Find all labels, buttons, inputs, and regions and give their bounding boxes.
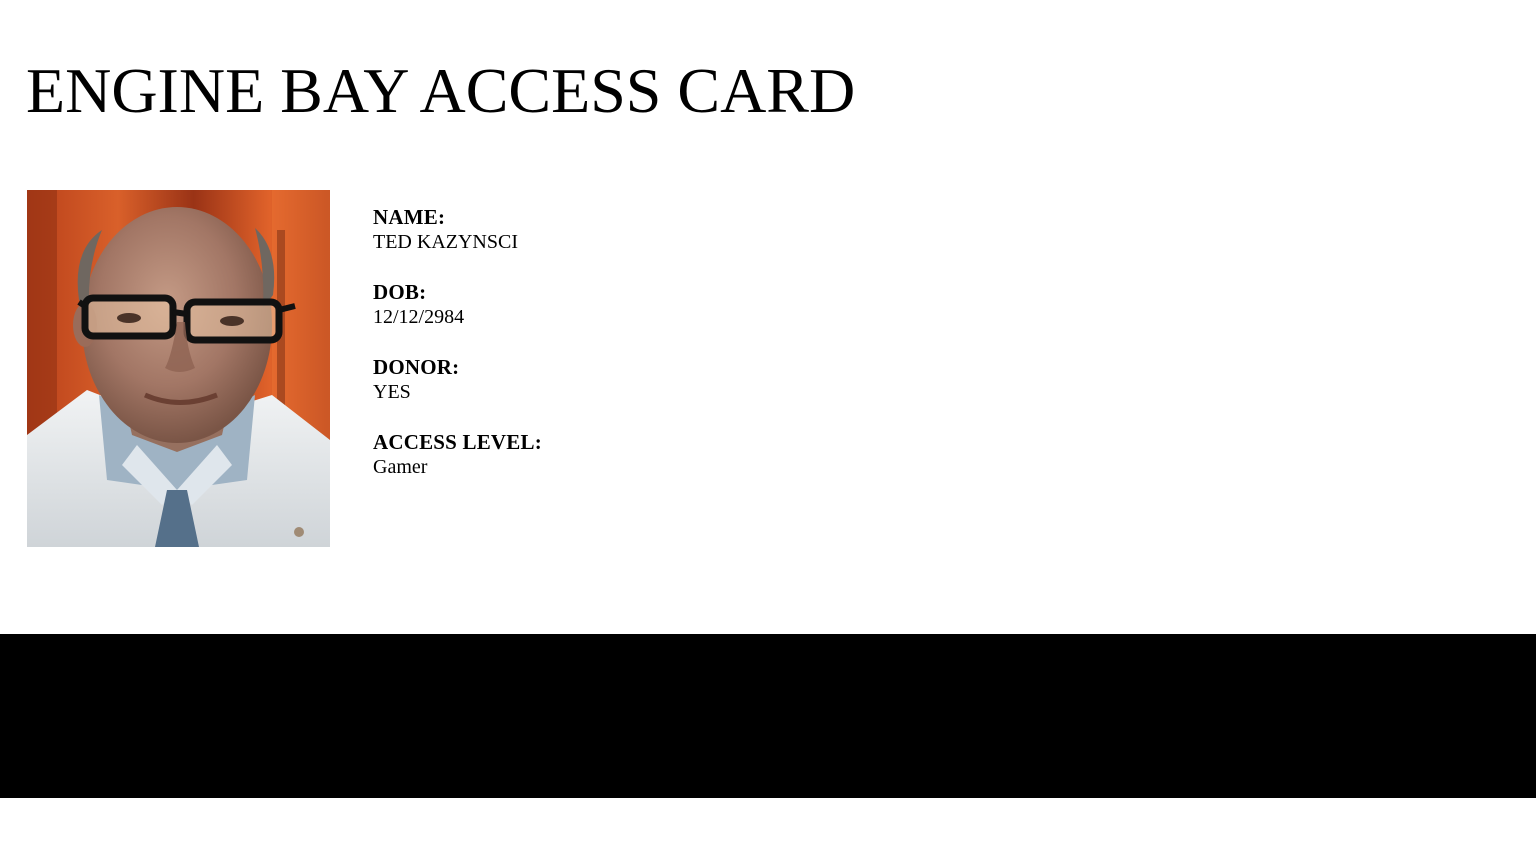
- portrait-photo: [27, 190, 330, 547]
- footer-band: [0, 634, 1536, 798]
- dob-value: 12/12/2984: [373, 306, 465, 328]
- dob-field: DOB: 12/12/2984: [373, 280, 973, 330]
- access-card-page: ENGINE BAY ACCESS CARD NAME: TED KAZYNSC…: [0, 0, 1536, 864]
- name-value: TED KAZYNSCI: [373, 231, 518, 253]
- page-title: ENGINE BAY ACCESS CARD: [26, 55, 856, 126]
- donor-value: YES: [373, 381, 411, 403]
- name-label: NAME:: [373, 205, 446, 229]
- dob-label: DOB:: [373, 280, 427, 304]
- name-field: NAME: TED KAZYNSCI: [373, 205, 973, 255]
- donor-label: DONOR:: [373, 355, 460, 379]
- access-level-label: ACCESS LEVEL:: [373, 430, 542, 454]
- card-details: NAME: TED KAZYNSCI DOB: 12/12/2984 DONOR…: [373, 205, 973, 505]
- access-level-field: ACCESS LEVEL: Gamer: [373, 430, 973, 480]
- donor-field: DONOR: YES: [373, 355, 973, 405]
- access-level-value: Gamer: [373, 456, 428, 478]
